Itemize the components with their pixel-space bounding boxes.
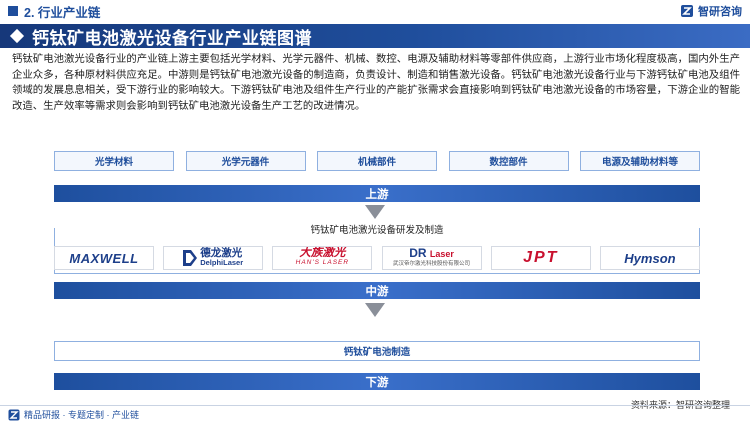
footer-tagline: 精品研报 · 专题定制 · 产业链: [24, 410, 139, 420]
dr-logo-laser: Laser: [429, 248, 454, 259]
brand-logo-icon: [681, 5, 693, 17]
upstream-items: 光学材料 光学元器件 机械部件 数控部件 电源及辅助材料等: [54, 151, 700, 171]
section-square-icon: [8, 6, 18, 16]
upstream-item-optical-materials: 光学材料: [54, 151, 174, 171]
down-arrow-icon: [365, 205, 385, 219]
delphi-mark-icon: [183, 250, 198, 266]
upstream-item-power-supplies: 电源及辅助材料等: [580, 151, 700, 171]
maxwell-logo-text: MAXWELL: [69, 250, 139, 266]
brand-maxwell-logo: MAXWELL: [54, 246, 154, 270]
footer-divider: [0, 405, 750, 406]
section-title: 2. 行业产业链: [24, 5, 101, 20]
downstream-item: 钙钛矿电池制造: [54, 341, 700, 361]
upstream-item-mechanical-parts: 机械部件: [317, 151, 437, 171]
dr-logo-mark: DR: [409, 246, 427, 260]
midstream-title: 钙钛矿电池激光设备研发及制造: [304, 225, 450, 236]
brand-name: 智研咨询: [698, 6, 742, 18]
upstream-item-cnc-parts: 数控部件: [448, 151, 569, 171]
footer-logo-icon: [8, 409, 20, 420]
brand-jpt-logo: JPT: [490, 246, 591, 270]
brand-hymson-logo: Hymson: [599, 246, 700, 270]
footer-tagline-row: 精品研报 · 专题定制 · 产业链: [8, 408, 139, 421]
section-header: 2. 行业产业链 智研咨询: [0, 0, 750, 22]
dr-logo-company: 武汉帝尔激光科技股份有限公司: [393, 260, 471, 267]
jpt-logo-text: JPT: [523, 249, 559, 266]
hans-logo-cn: 大族激光: [299, 247, 346, 259]
title-bar: 钙钛矿电池激光设备行业产业链图谱: [0, 24, 750, 48]
midstream-brands: MAXWELL 德龙激光 DelphiLaser 大族激光 HAN'S LASE…: [54, 246, 700, 270]
midstream-label: 中游: [365, 285, 389, 298]
diamond-icon: [9, 28, 25, 44]
delphi-logo-cn: 德龙激光: [200, 247, 243, 259]
upstream-label: 上游: [365, 188, 389, 201]
brand-hans-logo: 大族激光 HAN'S LASER: [272, 246, 373, 270]
brand-delphi-logo: 德龙激光 DelphiLaser: [163, 246, 264, 270]
midstream-band: 中游: [54, 282, 700, 299]
upstream-item-optical-components: 光学元器件: [185, 151, 306, 171]
hans-logo-en: HAN'S LASER: [295, 259, 350, 266]
midstream-title-row: 钙钛矿电池激光设备研发及制造: [54, 222, 700, 236]
page-title: 钙钛矿电池激光设备行业产业链图谱: [32, 28, 312, 48]
down-arrow-icon: [365, 303, 385, 317]
downstream-band: 下游: [54, 373, 700, 390]
brand-logo: 智研咨询: [680, 3, 742, 19]
section-tab: 2. 行业产业链: [0, 2, 150, 20]
hymson-logo-text: Hymson: [624, 250, 676, 266]
upstream-band: 上游: [54, 185, 700, 202]
downstream-label: 下游: [365, 376, 389, 389]
description-text: 钙钛矿电池激光设备行业的产业链上游主要包括光学材料、光学元器件、机械、数控、电源…: [12, 54, 740, 112]
brand-dr-logo: DR Laser 武汉帝尔激光科技股份有限公司: [381, 246, 482, 270]
delphi-logo-en: DelphiLaser: [200, 258, 244, 267]
